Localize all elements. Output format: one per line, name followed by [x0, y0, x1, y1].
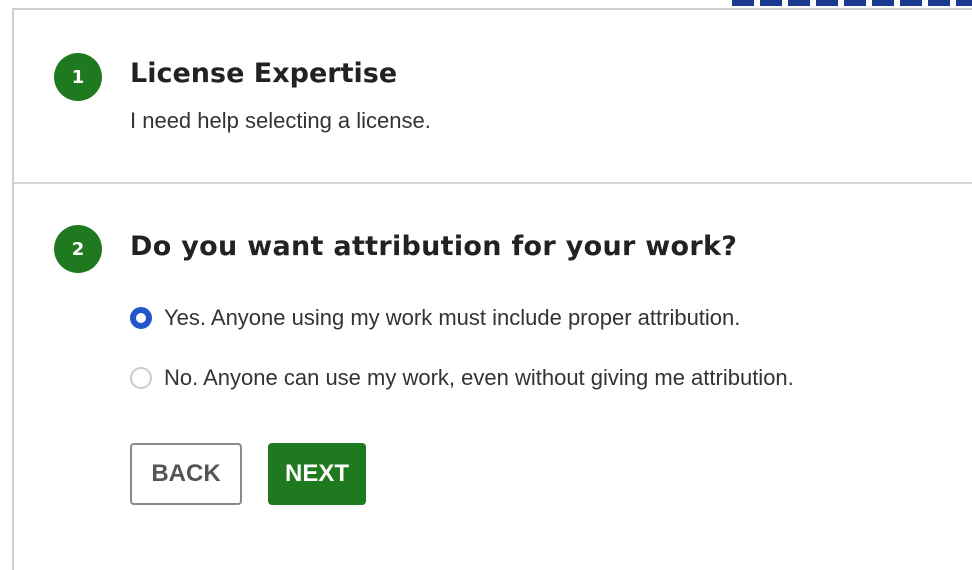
step-question: Do you want attribution for your work? [130, 231, 738, 262]
step-answer-summary: I need help selecting a license. [130, 108, 431, 133]
attribution-no-option[interactable]: No. Anyone can use my work, even without… [130, 365, 794, 391]
back-button[interactable]: BACK [130, 443, 242, 505]
step-title: License Expertise [130, 58, 398, 89]
option-label: Yes. Anyone using my work must include p… [164, 305, 741, 330]
step-number-badge: 1 [54, 53, 102, 101]
step-number-badge: 2 [54, 225, 102, 273]
top-edge-fragment [732, 0, 972, 6]
radio-selected-icon[interactable] [130, 307, 152, 329]
radio-unselected-icon[interactable] [130, 367, 152, 389]
option-label: No. Anyone can use my work, even without… [164, 365, 794, 390]
license-chooser-panel: 1 License Expertise I need help selectin… [12, 8, 972, 570]
next-button[interactable]: NEXT [268, 443, 366, 505]
step-license-expertise[interactable]: 1 License Expertise I need help selectin… [14, 10, 972, 184]
attribution-yes-option[interactable]: Yes. Anyone using my work must include p… [130, 305, 740, 331]
